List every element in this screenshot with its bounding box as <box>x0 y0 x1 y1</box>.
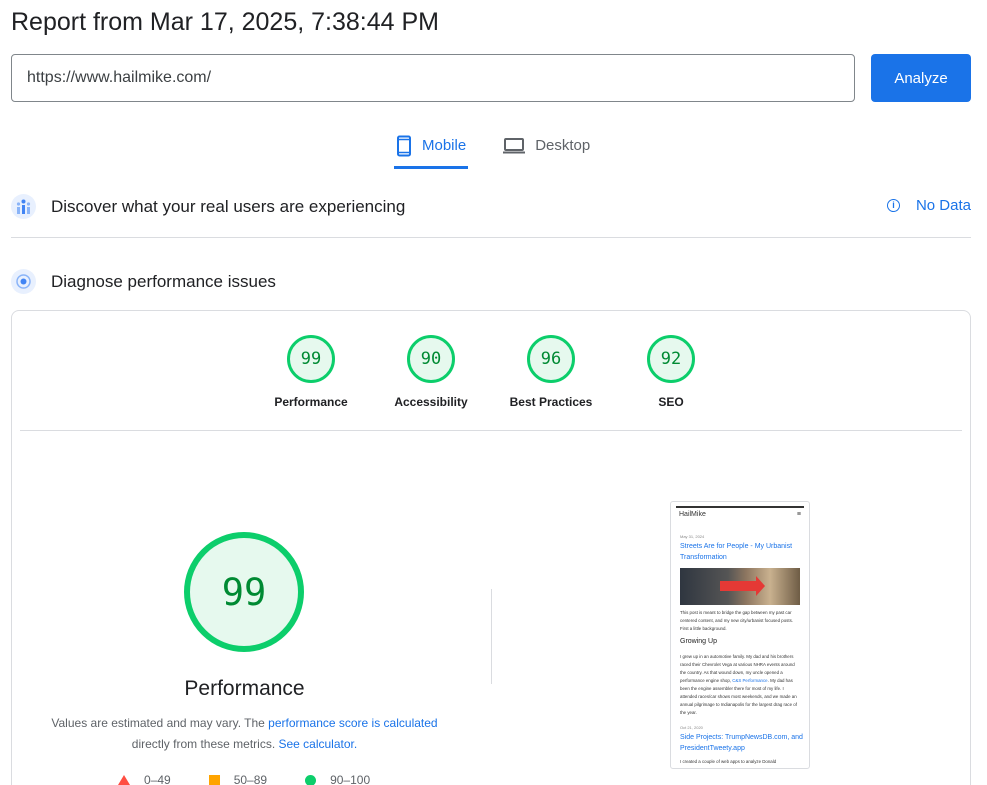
note-middle: directly from these metrics. <box>131 737 279 751</box>
note-prefix: Values are estimated and may vary. The <box>51 716 269 730</box>
preview-post-title: Streets Are for People - My Urbanist Tra… <box>680 543 793 561</box>
gauge-score: 96 <box>527 335 575 383</box>
preview-post-date: May 31, 2024 <box>680 534 705 539</box>
users-chart-icon <box>11 194 36 219</box>
preview-post-image <box>680 568 800 605</box>
preview-para-link: C&S Performance <box>732 678 768 683</box>
field-data-header: Discover what your real users are experi… <box>11 194 405 219</box>
see-calculator-link[interactable]: See calculator. <box>278 737 357 751</box>
preview-post2-title: Side Projects: TrumpNewsDB.com, and Pres… <box>680 734 803 752</box>
score-legend: 0–49 50–89 90–100 <box>118 773 408 785</box>
tab-desktop[interactable]: Desktop <box>501 128 592 166</box>
page-screenshot-preview: HailMike ≡ May 31, 2024 Streets Are for … <box>670 501 810 769</box>
green-circle-icon <box>305 774 317 785</box>
legend-average: 50–89 <box>208 773 268 785</box>
legend-pass: 90–100 <box>305 773 370 785</box>
performance-score-gauge: 99 <box>184 532 304 652</box>
score-note: Values are estimated and may vary. The p… <box>12 713 477 755</box>
gauge-label: Performance <box>274 395 348 409</box>
field-data-title: Discover what your real users are experi… <box>51 196 406 216</box>
url-input[interactable] <box>11 54 855 102</box>
section-divider <box>11 237 971 238</box>
lab-data-title: Diagnose performance issues <box>51 271 276 291</box>
performance-title: Performance <box>184 677 305 700</box>
legend-fail: 0–49 <box>118 773 171 785</box>
orange-square-icon <box>208 774 220 785</box>
no-data-label: No Data <box>915 197 971 214</box>
red-arrow-icon <box>720 576 765 596</box>
gauge-label: Best Practices <box>509 395 593 409</box>
card-divider <box>20 430 962 431</box>
legend-pass-range: 90–100 <box>330 773 371 785</box>
diagnose-target-icon <box>11 269 36 294</box>
gauge-label: Accessibility <box>394 395 468 409</box>
no-data-link[interactable]: i No Data <box>886 197 971 214</box>
legend-fail-range: 0–49 <box>144 773 171 785</box>
gauge-performance[interactable]: 99 Performance <box>251 335 371 409</box>
lab-data-header: Diagnose performance issues <box>11 269 276 294</box>
device-tabs: Mobile Desktop <box>394 128 592 169</box>
gauge-accessibility[interactable]: 90 Accessibility <box>371 335 491 409</box>
gauge-best-practices[interactable]: 96 Best Practices <box>491 335 611 409</box>
analyze-button[interactable]: Analyze <box>871 54 971 102</box>
vertical-divider <box>491 589 492 684</box>
category-gauges: 99 Performance 90 Accessibility 96 Best … <box>12 335 970 409</box>
preview-post2-excerpt: I created a couple of web apps to analyz… <box>680 759 777 764</box>
preview-header: HailMike ≡ <box>676 506 804 520</box>
tab-mobile[interactable]: Mobile <box>394 128 469 169</box>
preview-post-excerpt: This post is meant to bridge the gap bet… <box>680 610 793 631</box>
gauge-seo[interactable]: 92 SEO <box>611 335 731 409</box>
report-card: 99 Performance 90 Accessibility 96 Best … <box>11 310 971 785</box>
gauge-label: SEO <box>658 395 684 409</box>
tab-desktop-label: Desktop <box>535 137 591 154</box>
preview-heading: Growing Up <box>680 638 717 645</box>
desktop-computer-icon <box>503 137 526 153</box>
legend-average-range: 50–89 <box>233 773 268 785</box>
gauge-score: 90 <box>407 335 455 383</box>
gauge-score: 92 <box>647 335 695 383</box>
preview-para-end: . My dad has been the engine assembler t… <box>680 678 797 715</box>
preview-paragraph: I grew up in an automotive family. My da… <box>676 653 804 717</box>
hamburger-menu-icon: ≡ <box>796 510 801 518</box>
tab-mobile-label: Mobile <box>422 137 467 154</box>
info-icon: i <box>886 199 900 212</box>
report-title: Report from Mar 17, 2025, 7:38:44 PM <box>11 8 439 36</box>
mobile-phone-icon <box>397 135 411 156</box>
red-triangle-icon <box>118 775 130 785</box>
preview-site-name: HailMike <box>679 510 706 518</box>
gauge-score: 99 <box>287 335 335 383</box>
performance-score-link[interactable]: performance score is calculated <box>268 716 437 730</box>
preview-post2-date: Oct 21, 2020 <box>680 725 703 730</box>
